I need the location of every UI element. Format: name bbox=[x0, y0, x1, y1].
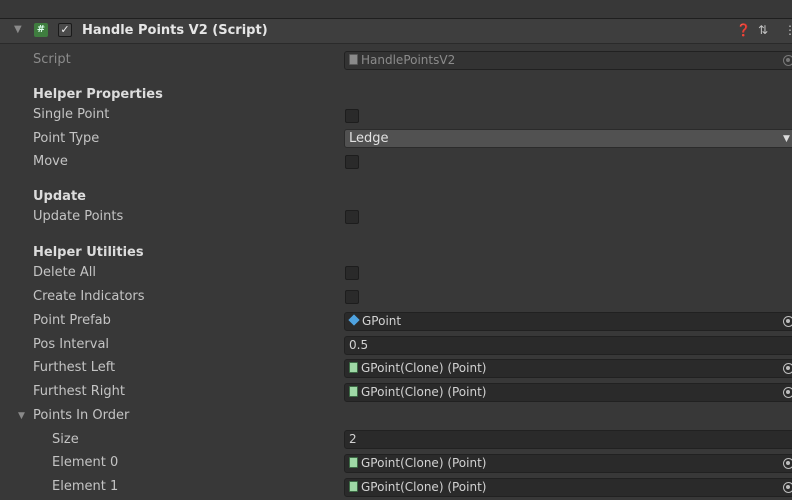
script-object-picker-icon[interactable] bbox=[783, 55, 792, 66]
point-type-label: Point Type bbox=[33, 131, 100, 146]
element-1-field[interactable]: GPoint(Clone) (Point) bbox=[344, 478, 792, 497]
furthest-left-picker-icon[interactable] bbox=[783, 363, 792, 374]
update-points-label: Update Points bbox=[33, 209, 124, 224]
element-1-label: Element 1 bbox=[52, 479, 119, 494]
point-type-dropdown[interactable]: Ledge bbox=[344, 129, 792, 148]
section-update: Update bbox=[33, 189, 86, 204]
script-file-icon bbox=[349, 54, 358, 65]
size-label: Size bbox=[52, 432, 79, 447]
pos-interval-label: Pos Interval bbox=[33, 337, 110, 352]
component-ref-icon bbox=[349, 481, 358, 492]
section-helper-properties: Helper Properties bbox=[33, 87, 163, 102]
element-1-picker-icon[interactable] bbox=[783, 482, 792, 493]
component-ref-icon bbox=[349, 457, 358, 468]
presets-icon[interactable]: ⇅ bbox=[758, 23, 768, 37]
element-1-value: GPoint(Clone) (Point) bbox=[361, 480, 487, 494]
point-type-value: Ledge bbox=[349, 131, 389, 146]
script-field-value: HandlePointsV2 bbox=[361, 53, 456, 67]
element-0-label: Element 0 bbox=[52, 455, 119, 470]
section-helper-utilities: Helper Utilities bbox=[33, 245, 144, 260]
script-field[interactable]: HandlePointsV2 bbox=[344, 51, 792, 70]
furthest-left-label: Furthest Left bbox=[33, 360, 116, 375]
furthest-right-field[interactable]: GPoint(Clone) (Point) bbox=[344, 383, 792, 402]
context-menu-icon[interactable]: ⋮ bbox=[784, 23, 792, 37]
element-0-value: GPoint(Clone) (Point) bbox=[361, 456, 487, 470]
component-header[interactable]: ▼ # ✓ Handle Points V2 (Script) ❓ ⇅ ⋮ bbox=[0, 18, 792, 44]
furthest-right-value: GPoint(Clone) (Point) bbox=[361, 385, 487, 399]
size-input[interactable]: 2 bbox=[344, 430, 792, 449]
points-in-order-fold-icon[interactable]: ▼ bbox=[18, 411, 25, 421]
move-label: Move bbox=[33, 154, 68, 169]
delete-all-label: Delete All bbox=[33, 265, 96, 280]
furthest-right-picker-icon[interactable] bbox=[783, 387, 792, 398]
point-prefab-field[interactable]: GPoint bbox=[344, 312, 792, 331]
component-enabled-checkbox[interactable]: ✓ bbox=[58, 23, 72, 37]
single-point-label: Single Point bbox=[33, 107, 110, 122]
element-0-picker-icon[interactable] bbox=[783, 458, 792, 469]
move-checkbox[interactable] bbox=[345, 155, 359, 169]
component-title: Handle Points V2 (Script) bbox=[82, 23, 268, 38]
point-prefab-picker-icon[interactable] bbox=[783, 316, 792, 327]
fold-arrow-icon[interactable]: ▼ bbox=[14, 24, 22, 35]
script-label: Script bbox=[33, 52, 71, 67]
help-icon[interactable]: ❓ bbox=[736, 23, 751, 37]
pos-interval-input[interactable]: 0.5 bbox=[344, 336, 792, 355]
element-0-field[interactable]: GPoint(Clone) (Point) bbox=[344, 454, 792, 473]
prefab-icon bbox=[348, 314, 360, 326]
furthest-left-field[interactable]: GPoint(Clone) (Point) bbox=[344, 359, 792, 378]
size-value: 2 bbox=[349, 432, 357, 446]
furthest-left-value: GPoint(Clone) (Point) bbox=[361, 361, 487, 375]
component-ref-icon bbox=[349, 362, 358, 373]
dropdown-caret-icon[interactable]: ▼ bbox=[783, 134, 790, 144]
top-strip bbox=[0, 0, 792, 18]
pos-interval-value: 0.5 bbox=[349, 338, 369, 352]
point-prefab-label: Point Prefab bbox=[33, 313, 111, 328]
update-points-checkbox[interactable] bbox=[345, 210, 359, 224]
script-icon: # bbox=[34, 23, 48, 37]
create-indicators-label: Create Indicators bbox=[33, 289, 145, 304]
points-in-order-label[interactable]: Points In Order bbox=[33, 408, 129, 423]
single-point-checkbox[interactable] bbox=[345, 109, 359, 123]
delete-all-checkbox[interactable] bbox=[345, 266, 359, 280]
furthest-right-label: Furthest Right bbox=[33, 384, 125, 399]
component-ref-icon bbox=[349, 386, 358, 397]
point-prefab-value: GPoint bbox=[362, 314, 402, 328]
create-indicators-checkbox[interactable] bbox=[345, 290, 359, 304]
